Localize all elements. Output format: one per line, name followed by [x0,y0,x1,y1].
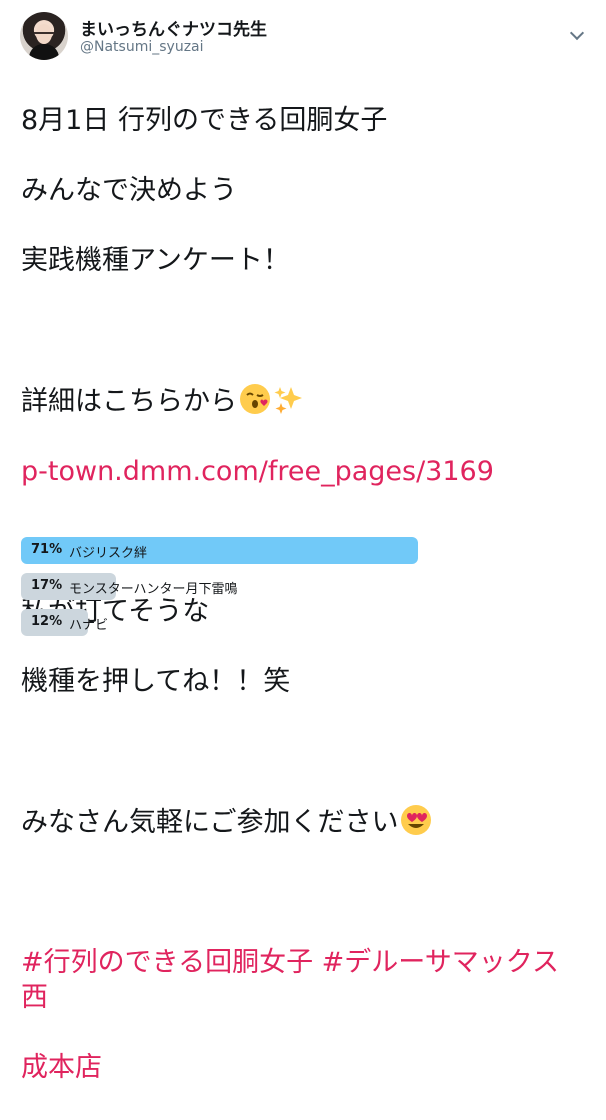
tweet-line-4-wrap: 詳細はこちらから [21,383,581,419]
poll-option: 71% バジリスク絆 [21,537,585,564]
tweet-header: まいっちんぐナツコ先生 @Natsumi_syuzai [0,0,606,70]
tweet-line-7: みなさん気軽にご参加ください [21,807,399,838]
poll: 71% バジリスク絆 17% モンスターハンター月下雷鳴 12% ハナビ [21,537,585,645]
poll-option-label: バジリスク絆 [69,546,148,561]
poll-percentage: 17% [31,578,63,593]
kissing-face-emoji [240,384,270,414]
tweet-line-3: 実践機種アンケート！ [21,245,290,276]
tweet-line-6: 機種を押してね！！笑 [21,666,291,697]
display-name[interactable]: まいっちんぐナツコ先生 [80,15,267,40]
screen-name[interactable]: @Natsumi_syuzai [80,39,204,55]
tweet-line-2: みんなで決めよう [21,175,237,206]
poll-percentage: 71% [31,542,63,557]
poll-percentage: 12% [31,614,63,629]
tweet-spacer-4 [21,875,581,910]
poll-option-label: ハナビ [69,618,109,633]
poll-option: 17% モンスターハンター月下雷鳴 [21,573,585,600]
sparkles-emoji [274,387,302,414]
avatar[interactable] [20,12,68,60]
chevron-down-icon[interactable] [569,25,585,41]
avatar-body [29,44,59,60]
tweet-spacer-3 [21,734,581,769]
heart-eyes-emoji [401,805,432,835]
poll-option-label: モンスターハンター月下雷鳴 [69,582,238,597]
tweet-line-7-wrap: みなさん気軽にご参加ください [21,804,581,840]
avatar-glasses [34,32,54,38]
hashtags-line-2[interactable]: 成本店 [21,1050,581,1085]
tweet-line-4: 詳細はこちらから [21,386,237,417]
tweet-spacer-1 [21,313,581,348]
tweet-line-1: 8月1日 行列のできる回胴女子 [21,105,388,136]
poll-option: 12% ハナビ [21,609,585,636]
hashtags-line-1[interactable]: #行列のできる回胴女子 #デルーサマックス西 [21,945,581,1015]
tweet-link[interactable]: p-town.dmm.com/free_pages/3169 [21,454,581,489]
